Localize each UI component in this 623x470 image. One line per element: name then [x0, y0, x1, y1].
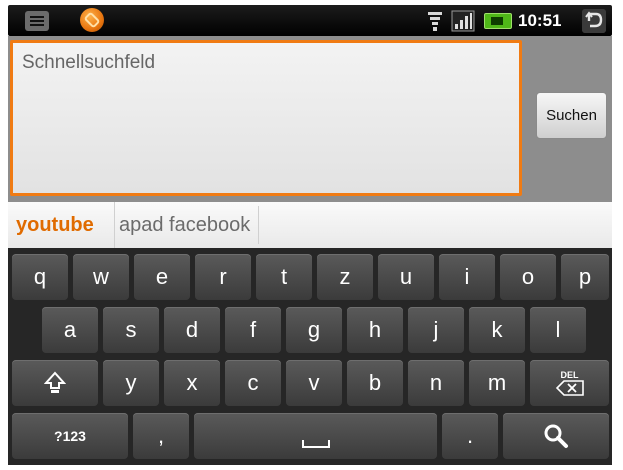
key-j[interactable]: j — [408, 307, 464, 353]
delete-label: DEL — [560, 370, 579, 380]
key-f[interactable]: f — [225, 307, 281, 353]
search-field[interactable] — [10, 40, 522, 196]
key-k[interactable]: k — [469, 307, 525, 353]
key-h[interactable]: h — [347, 307, 403, 353]
battery-icon — [484, 13, 512, 29]
key-s[interactable]: s — [103, 307, 159, 353]
status-bar: 10:51 — [8, 5, 612, 36]
status-clock: 10:51 — [518, 11, 562, 30]
search-key[interactable] — [503, 413, 609, 459]
key-u[interactable]: u — [378, 254, 434, 300]
key-i[interactable]: i — [439, 254, 495, 300]
android-screen: 10:51 Suchen youtube apad facebook q w e… — [0, 0, 623, 470]
suggestion-item[interactable]: youtube — [16, 202, 94, 248]
key-b[interactable]: b — [347, 360, 403, 406]
key-z[interactable]: z — [317, 254, 373, 300]
key-m[interactable]: m — [469, 360, 525, 406]
suggestion-strip: youtube apad facebook — [8, 202, 612, 249]
wifi-icon — [428, 12, 442, 31]
key-p[interactable]: p — [561, 254, 609, 300]
key-o[interactable]: o — [500, 254, 556, 300]
key-l[interactable]: l — [530, 307, 586, 353]
key-n[interactable]: n — [408, 360, 464, 406]
key-x[interactable]: x — [164, 360, 220, 406]
suggestion-divider — [258, 206, 259, 244]
search-icon — [544, 424, 568, 448]
shift-icon — [44, 371, 66, 393]
search-button[interactable]: Suchen — [536, 92, 607, 139]
search-area: Suchen — [8, 36, 612, 202]
suggestion-item[interactable]: apad facebook — [114, 202, 250, 248]
soft-keyboard: q w e r t z u i o p a s d f g h j k l y … — [8, 248, 612, 465]
key-g[interactable]: g — [286, 307, 342, 353]
comma-key[interactable]: , — [133, 413, 189, 459]
key-q[interactable]: q — [12, 254, 68, 300]
delete-key[interactable]: DEL — [530, 360, 609, 406]
key-w[interactable]: w — [73, 254, 129, 300]
space-icon — [301, 440, 330, 448]
period-key[interactable]: . — [442, 413, 498, 459]
shift-key[interactable] — [12, 360, 98, 406]
backspace-icon — [555, 380, 584, 396]
key-e[interactable]: e — [134, 254, 190, 300]
key-c[interactable]: c — [225, 360, 281, 406]
numbers-key[interactable]: ?123 — [12, 413, 128, 459]
space-key[interactable] — [194, 413, 437, 459]
key-d[interactable]: d — [164, 307, 220, 353]
app-icon — [80, 8, 104, 32]
signal-icon — [451, 10, 475, 32]
key-y[interactable]: y — [103, 360, 159, 406]
key-t[interactable]: t — [256, 254, 312, 300]
search-input[interactable] — [13, 43, 519, 83]
key-a[interactable]: a — [42, 307, 98, 353]
key-r[interactable]: r — [195, 254, 251, 300]
menu-icon[interactable] — [25, 11, 49, 31]
key-v[interactable]: v — [286, 360, 342, 406]
back-icon[interactable] — [582, 9, 606, 33]
